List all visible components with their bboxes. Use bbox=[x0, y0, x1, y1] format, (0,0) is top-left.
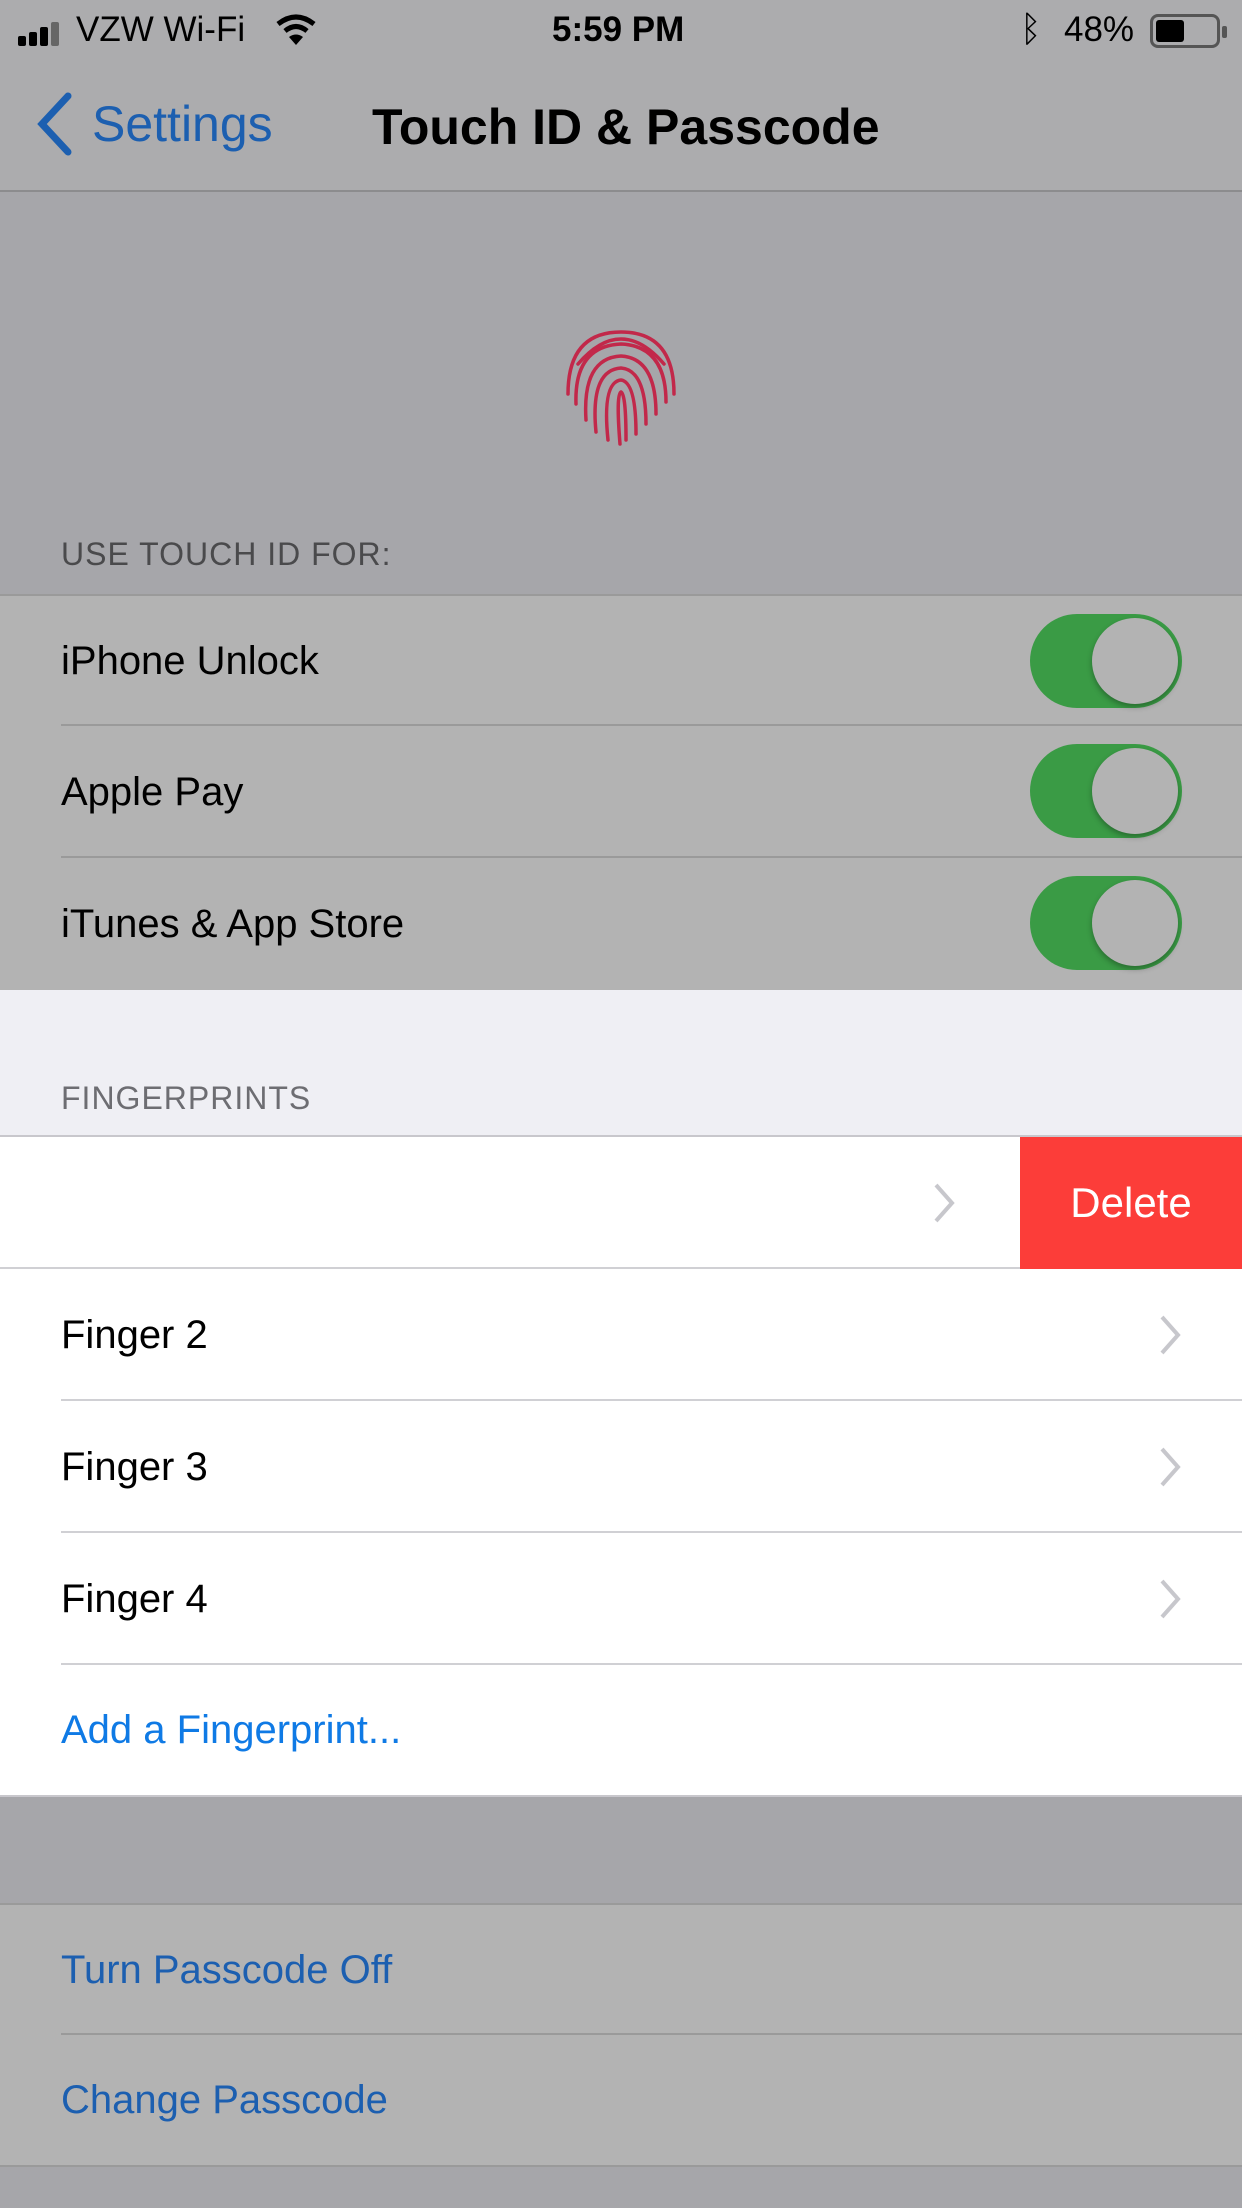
carrier-label: VZW Wi-Fi bbox=[76, 10, 246, 49]
itunes-app-store-toggle[interactable] bbox=[1030, 876, 1182, 970]
chevron-right-icon bbox=[934, 1183, 955, 1223]
back-button[interactable]: Settings bbox=[36, 92, 273, 156]
add-fingerprint-button[interactable]: Add a Fingerprint... bbox=[0, 1665, 1242, 1797]
fingerprint-row-finger-4[interactable]: Finger 4 bbox=[0, 1533, 1242, 1665]
change-passcode-button[interactable]: Change Passcode bbox=[0, 2035, 1242, 2167]
delete-button[interactable]: Delete bbox=[1020, 1137, 1242, 1269]
back-label: Settings bbox=[92, 96, 273, 152]
row-label: Finger 4 bbox=[61, 1576, 208, 1621]
page-title: Touch ID & Passcode bbox=[372, 99, 880, 155]
status-bar: VZW Wi-Fi 5:59 PM ᛒ 48% bbox=[0, 0, 1242, 62]
row-label: Apple Pay bbox=[61, 769, 244, 814]
battery-percent: 48% bbox=[1064, 10, 1135, 49]
touch-id-header: USE TOUCH ID FOR: bbox=[0, 192, 1242, 593]
battery-icon bbox=[1150, 14, 1227, 48]
row-label: Change Passcode bbox=[61, 2077, 388, 2122]
signal-icon bbox=[18, 22, 59, 46]
apple-pay-toggle[interactable] bbox=[1030, 744, 1182, 838]
fingerprint-row-finger-3[interactable]: Finger 3 bbox=[0, 1401, 1242, 1533]
chevron-right-icon bbox=[1160, 1579, 1181, 1619]
touch-id-row-apple-pay: Apple Pay bbox=[0, 726, 1242, 858]
touch-id-section-label: USE TOUCH ID FOR: bbox=[61, 536, 392, 572]
fingerprint-row-finger-2[interactable]: Finger 2 bbox=[0, 1269, 1242, 1401]
chevron-left-icon bbox=[37, 92, 72, 156]
row-label: Finger 2 bbox=[61, 1312, 208, 1357]
fingerprints-section-header: FINGERPRINTS bbox=[0, 990, 1242, 1137]
turn-passcode-off-button[interactable]: Turn Passcode Off bbox=[0, 1903, 1242, 2035]
row-label: iPhone Unlock bbox=[61, 638, 319, 683]
fingerprint-row-swiped[interactable]: Delete bbox=[0, 1137, 1242, 1269]
bluetooth-icon: ᛒ bbox=[1020, 8, 1042, 49]
row-label: iTunes & App Store bbox=[61, 901, 405, 946]
wifi-icon bbox=[276, 14, 316, 45]
row-label: Finger 3 bbox=[61, 1444, 208, 1489]
row-label: Turn Passcode Off bbox=[61, 1947, 393, 1992]
chevron-right-icon bbox=[1160, 1447, 1181, 1487]
delete-label: Delete bbox=[1070, 1179, 1192, 1226]
navigation-bar: Settings Touch ID & Passcode bbox=[0, 62, 1242, 192]
iphone-unlock-toggle[interactable] bbox=[1030, 614, 1182, 708]
touch-id-row-iphone-unlock: iPhone Unlock bbox=[0, 594, 1242, 726]
fingerprints-section-label: FINGERPRINTS bbox=[61, 1080, 312, 1116]
add-fingerprint-label: Add a Fingerprint... bbox=[61, 1707, 402, 1752]
time-label: 5:59 PM bbox=[552, 10, 685, 49]
touch-id-row-itunes: iTunes & App Store bbox=[0, 858, 1242, 990]
chevron-right-icon bbox=[1160, 1315, 1181, 1355]
fingerprint-icon bbox=[566, 330, 676, 446]
